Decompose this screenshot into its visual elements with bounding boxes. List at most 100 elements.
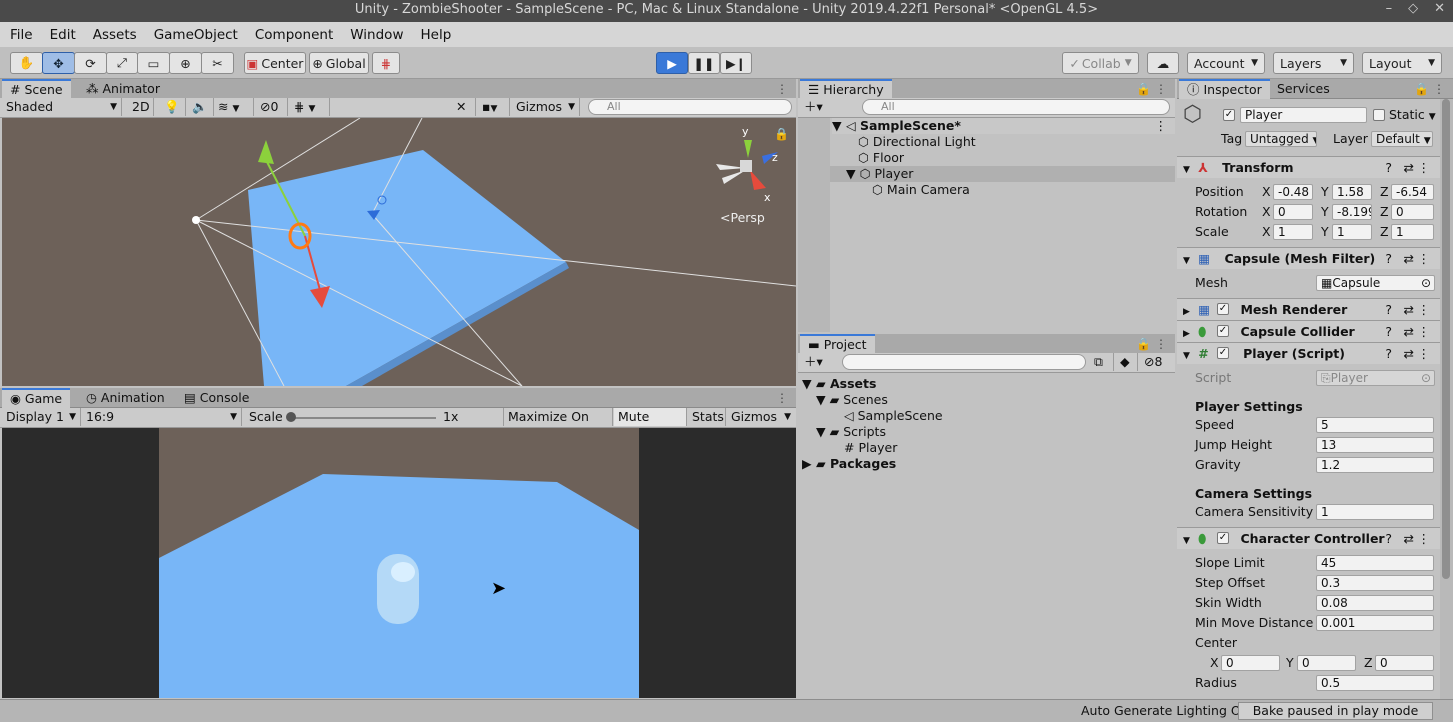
jump-height-field[interactable]: 13 <box>1316 437 1434 453</box>
project-folder-packages[interactable]: ▶ ▰ Packages <box>802 456 896 472</box>
scale-tool-icon[interactable]: ⤢ <box>106 52 138 74</box>
tab-console[interactable]: ▤ Console <box>176 388 257 408</box>
grid-toggle[interactable]: ⋕ ▼ <box>290 98 330 116</box>
capsule-collider-header[interactable]: ▶ ⬮ ✓ Capsule Collider ? ⇄ ⋮ <box>1177 320 1440 342</box>
tab-services[interactable]: Services <box>1269 79 1338 99</box>
custom-tool-icon[interactable]: ✂ <box>201 52 234 74</box>
inspector-scrollbar-thumb[interactable] <box>1442 99 1450 579</box>
center-x-field[interactable]: 0 <box>1221 655 1280 671</box>
tools-icon[interactable]: ✕ <box>452 98 476 116</box>
preset-icon[interactable]: ⇄ <box>1404 343 1414 364</box>
help-icon[interactable]: ? <box>1385 343 1392 364</box>
pause-button[interactable]: ❚❚ <box>688 52 720 74</box>
capsule-collider-enabled-checkbox[interactable]: ✓ <box>1217 325 1229 337</box>
player-script-enabled-checkbox[interactable]: ✓ <box>1217 347 1229 359</box>
help-icon[interactable]: ? <box>1385 299 1392 320</box>
slope-limit-field[interactable]: 45 <box>1316 555 1434 571</box>
menu-assets[interactable]: Assets <box>93 27 137 43</box>
mesh-filter-header[interactable]: ▼ ▦ Capsule (Mesh Filter) ? ⇄ ⋮ <box>1177 247 1440 269</box>
speed-field[interactable]: 5 <box>1316 417 1434 433</box>
preset-icon[interactable]: ⇄ <box>1404 528 1414 549</box>
display-dropdown[interactable]: Display 1 ▼ <box>2 408 81 426</box>
rotation-y-field[interactable]: -8.199 <box>1332 204 1372 220</box>
tab-game[interactable]: ◉ Game <box>2 388 71 408</box>
game-gizmos-dropdown[interactable]: Gizmos ▼ <box>727 408 795 426</box>
aspect-dropdown[interactable]: 16:9 ▼ <box>82 408 242 426</box>
help-icon[interactable]: ? <box>1385 321 1392 342</box>
tab-hierarchy[interactable]: ☰ Hierarchy <box>800 79 892 99</box>
transform-header[interactable]: ▼ ⅄ Transform ? ⇄ ⋮ <box>1177 156 1440 178</box>
layout-dropdown[interactable]: Layout ▼ <box>1362 52 1442 74</box>
project-folder-scenes[interactable]: ▼ ▰ Scenes <box>816 392 888 408</box>
preset-icon[interactable]: ⇄ <box>1404 157 1414 178</box>
menu-gameobject[interactable]: GameObject <box>154 27 238 43</box>
rotation-z-field[interactable]: 0 <box>1391 204 1434 220</box>
rotate-tool-icon[interactable]: ⟳ <box>74 52 107 74</box>
shading-mode-dropdown[interactable]: Shaded ▼ <box>2 98 122 116</box>
project-folder-scripts[interactable]: ▼ ▰ Scripts <box>816 424 886 440</box>
scale-x-field[interactable]: 1 <box>1273 224 1313 240</box>
project-search-input[interactable] <box>842 354 1086 370</box>
tab-scene[interactable]: # Scene <box>2 79 71 99</box>
panel-menu-icon[interactable]: ⋮ <box>776 81 788 97</box>
close-icon[interactable]: ✕ <box>1434 0 1445 18</box>
transform-tool-icon[interactable]: ⊕ <box>169 52 202 74</box>
menu-help[interactable]: Help <box>420 27 451 43</box>
hand-tool-icon[interactable]: ✋ <box>10 52 43 74</box>
hierarchy-scene-row[interactable]: ▼ ◁ SampleScene* ⋮ <box>832 118 1175 134</box>
tag-dropdown[interactable]: Untagged ▼ <box>1245 131 1317 147</box>
hierarchy-item-player[interactable]: ▼ ⬡ Player <box>830 166 1175 182</box>
static-dropdown[interactable]: Static ▼ <box>1389 107 1436 125</box>
position-z-field[interactable]: -6.54 <box>1391 184 1434 200</box>
menu-window[interactable]: Window <box>350 27 403 43</box>
step-button[interactable]: ▶❙ <box>720 52 752 74</box>
component-menu-icon[interactable]: ⋮ <box>1418 528 1431 549</box>
preset-icon[interactable]: ⇄ <box>1404 321 1414 342</box>
component-menu-icon[interactable]: ⋮ <box>1418 343 1431 364</box>
scale-slider-handle[interactable] <box>286 412 296 422</box>
cloud-icon[interactable]: ☁ <box>1147 52 1179 74</box>
lock-icon[interactable]: 🔒 <box>774 126 789 142</box>
project-item-samplescene[interactable]: ◁ SampleScene <box>844 408 943 424</box>
2d-toggle[interactable]: 2D <box>128 98 154 116</box>
scale-y-field[interactable]: 1 <box>1332 224 1372 240</box>
menu-file[interactable]: File <box>10 27 33 43</box>
minimize-icon[interactable]: – <box>1386 0 1393 18</box>
layer-dropdown[interactable]: Default ▼ <box>1371 131 1433 147</box>
skin-width-field[interactable]: 0.08 <box>1316 595 1434 611</box>
lock-icon[interactable]: 🔒 <box>1136 81 1151 97</box>
hierarchy-search-input[interactable]: All <box>862 99 1170 115</box>
preset-icon[interactable]: ⇄ <box>1404 299 1414 320</box>
gravity-field[interactable]: 1.2 <box>1316 457 1434 473</box>
project-folder-assets[interactable]: ▼ ▰ Assets <box>802 376 876 392</box>
component-menu-icon[interactable]: ⋮ <box>1418 299 1431 320</box>
scene-viewport[interactable]: y z x <Persp 🔒 <box>2 118 796 386</box>
maximize-on-play-toggle[interactable]: Maximize On Play <box>503 408 613 442</box>
pivot-center-button[interactable]: ▣ Center <box>244 52 306 74</box>
mesh-renderer-enabled-checkbox[interactable]: ✓ <box>1217 303 1229 315</box>
inspector-scrollbar[interactable] <box>1440 99 1453 699</box>
mesh-renderer-header[interactable]: ▶ ▦ ✓ Mesh Renderer ? ⇄ ⋮ <box>1177 298 1440 320</box>
hidden-packages-toggle[interactable]: ⊘8 <box>1140 353 1174 371</box>
lighting-icon[interactable]: 💡 <box>160 98 186 116</box>
active-checkbox[interactable]: ✓ <box>1223 109 1235 121</box>
snap-icon[interactable]: ⋕ <box>372 52 400 74</box>
scale-slider[interactable] <box>290 417 436 419</box>
rect-tool-icon[interactable]: ▭ <box>137 52 170 74</box>
help-icon[interactable]: ? <box>1385 157 1392 178</box>
lighting-status[interactable]: Auto Generate Lighting Off <box>1081 703 1249 719</box>
maximize-icon[interactable]: ◇ <box>1408 0 1418 18</box>
min-move-distance-field[interactable]: 0.001 <box>1316 615 1434 631</box>
move-tool-icon[interactable]: ✥ <box>42 52 75 74</box>
radius-field[interactable]: 0.5 <box>1316 675 1434 691</box>
camera-sensitivity-field[interactable]: 1 <box>1316 504 1434 520</box>
lock-icon[interactable]: 🔒 <box>1136 336 1151 352</box>
label-icon[interactable]: ◆ <box>1116 353 1138 371</box>
scene-search-input[interactable]: All <box>588 99 792 115</box>
component-menu-icon[interactable]: ⋮ <box>1418 157 1431 178</box>
component-menu-icon[interactable]: ⋮ <box>1418 321 1431 342</box>
center-y-field[interactable]: 0 <box>1297 655 1356 671</box>
pivot-global-button[interactable]: ⊕ Global <box>309 52 369 74</box>
create-add-icon[interactable]: ＋▾ <box>804 354 823 370</box>
account-dropdown[interactable]: Account ▼ <box>1187 52 1265 74</box>
